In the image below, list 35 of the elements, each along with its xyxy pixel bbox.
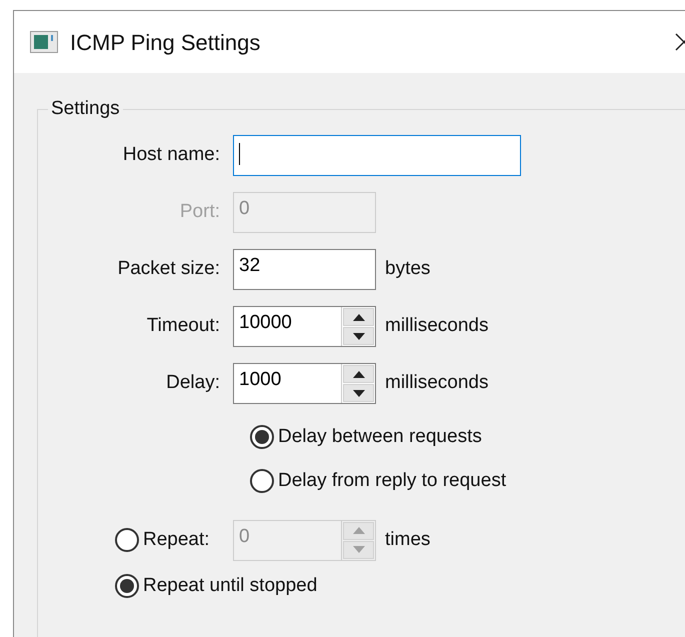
spin-down-button[interactable] — [343, 327, 374, 345]
spin-up-button[interactable] — [343, 308, 374, 326]
up-triangle-icon — [352, 370, 364, 378]
field-label: Delay: — [165, 371, 221, 396]
unit-label: bytes — [385, 257, 430, 282]
radio-button[interactable] — [250, 425, 274, 449]
window-icon — [30, 31, 58, 53]
up-triangle-icon — [352, 314, 364, 320]
spin-up-button[interactable] — [343, 365, 374, 383]
unit-label: milliseconds — [385, 314, 488, 338]
radio-button[interactable] — [115, 528, 139, 552]
down-triangle-icon — [352, 332, 364, 340]
down-triangle-icon — [352, 390, 364, 396]
unit-label: milliseconds — [385, 371, 488, 396]
radio-label: Delay from reply to request — [278, 468, 506, 493]
spin-down-button[interactable] — [343, 384, 374, 402]
radio-label: Repeat until stopped — [143, 574, 318, 598]
window-title: ICMP Ping Settings — [70, 28, 260, 57]
group-title: Settings — [48, 97, 123, 121]
text-caret — [239, 143, 240, 165]
radio-label: Repeat: — [143, 528, 210, 552]
spin-field[interactable]: 1000 — [233, 363, 376, 404]
radio-label: Delay between requests — [278, 424, 482, 449]
field-label: Host name: — [122, 143, 221, 168]
radio-button[interactable] — [250, 469, 274, 493]
up-triangle-icon — [352, 527, 364, 534]
input-field[interactable]: 32 — [233, 249, 376, 290]
field-label: Timeout: — [146, 314, 221, 338]
unit-label: times — [385, 528, 430, 552]
radio-button[interactable] — [115, 574, 139, 598]
down-triangle-icon — [352, 546, 364, 553]
field-label: Port: — [178, 200, 221, 224]
input-field[interactable] — [233, 135, 521, 176]
field-label: Packet size: — [116, 257, 221, 282]
spin-field[interactable]: 10000 — [233, 306, 376, 347]
